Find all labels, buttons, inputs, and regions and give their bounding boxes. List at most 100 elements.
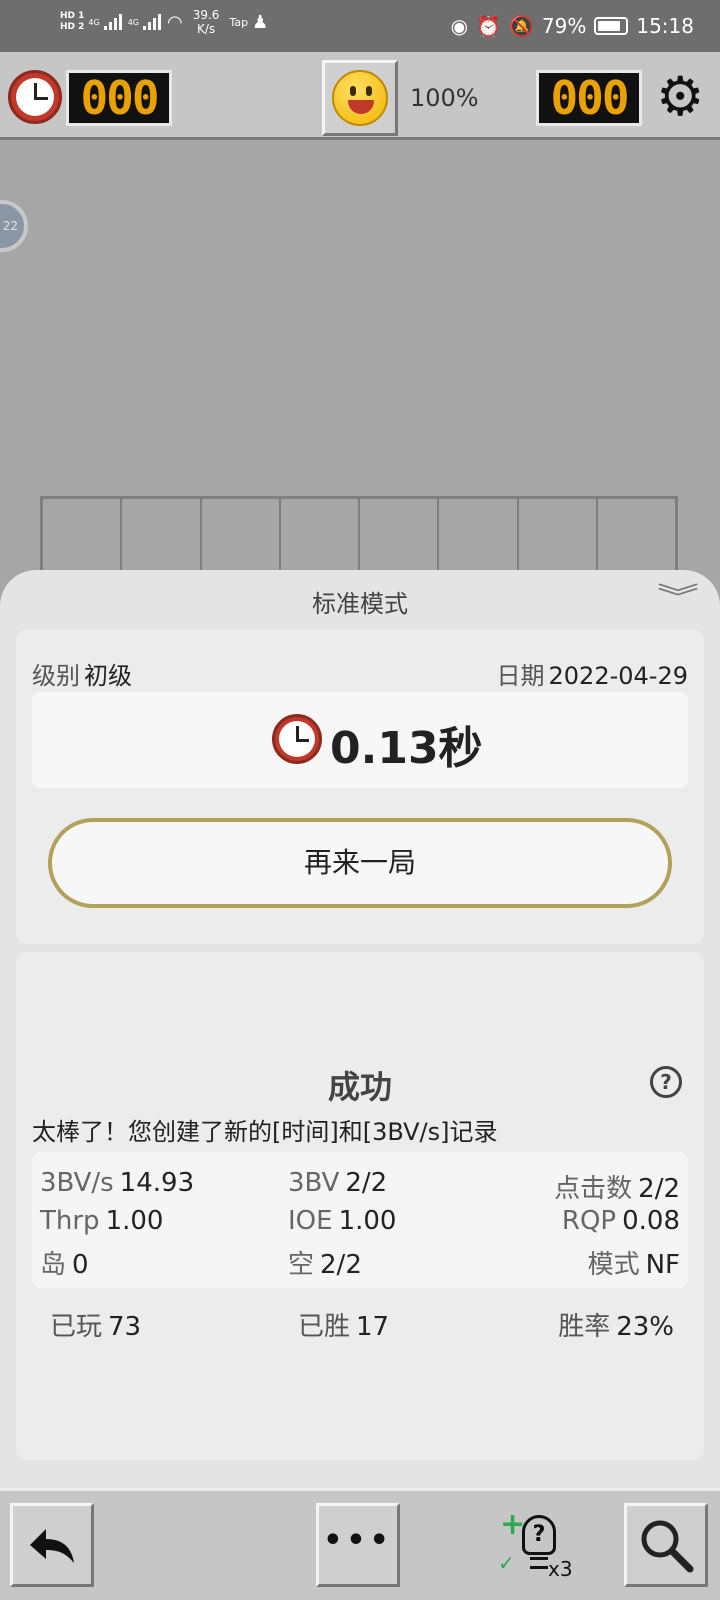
net1-label: 4G [88,17,100,27]
smiley-face-button[interactable] [322,60,398,136]
cell[interactable] [519,499,598,576]
search-button[interactable] [624,1503,708,1587]
stat-mode: 模式 NF [588,1244,680,1281]
stat-label: IOE [288,1206,333,1236]
stat-label: 点击数 [554,1174,633,1204]
total-label: 胜率 [558,1312,611,1342]
hint-count: x3 [548,1557,573,1581]
qq-icon: ♟ [252,11,269,33]
stat-3bvs: 3BV/s 14.93 [40,1168,194,1198]
clock-icon [272,714,322,764]
result-title: 成功 [327,1068,392,1106]
stat-empty: 空 2/2 [288,1244,362,1281]
stats-grid: 3BV/s 14.93 3BV 2/2 点击数 2/2 Thrp 1.00 IOE 1.0… [32,1152,688,1288]
cell[interactable] [122,499,202,576]
clock-icon [8,70,62,124]
level-label: 级别 [32,662,80,690]
mine-counter: 000 [66,70,172,126]
wifi-icon: ◠ [167,11,183,33]
date-value: 2022-04-29 [548,662,688,690]
time-box: 0.13秒 [32,692,688,788]
collapse-chevron-icon[interactable]: ︾ [657,576,699,616]
total-value: 73 [108,1312,142,1342]
stat-value: 1.00 [105,1206,164,1236]
hint-button[interactable]: + ? ✓ x3 [498,1507,580,1587]
play-again-button[interactable]: 再来一局 [48,818,672,908]
date-row: 日期 2022-04-29 [497,656,688,691]
cell[interactable] [202,499,281,576]
stat-label: Thrp [40,1206,100,1236]
stat-label: 空 [288,1250,315,1280]
stat-value: NF [645,1250,680,1280]
result-card: 级别 初级 日期 2022-04-29 0.13秒 再来一局 [16,630,704,944]
date-label: 日期 [496,662,545,690]
stat-rqp: RQP 0.08 [562,1206,680,1236]
stat-value: 1.00 [338,1206,397,1236]
help-icon[interactable]: ? [650,1066,682,1098]
stat-label: RQP [561,1206,617,1236]
gear-icon[interactable]: ⚙ [656,70,704,124]
time-counter: 000 [536,70,642,126]
total-label: 已胜 [298,1312,351,1342]
sheet-title: 标准模式 [312,590,408,618]
stat-3bv: 3BV 2/2 [288,1168,387,1198]
stats-card: 成功 ? 太棒了！您创建了新的[时间]和[3BV/s]记录 3BV/s 14.93… [16,952,704,1460]
cell[interactable] [598,499,675,576]
battery-icon [594,17,629,35]
side-badge[interactable]: 22 [0,200,28,252]
alarm-icon: ⏰ [476,14,501,38]
total-label: 已玩 [50,1312,103,1342]
stat-value: 2/2 [638,1174,680,1204]
battery-percent: 79% [541,14,587,38]
minefield-board[interactable] [40,496,678,576]
record-message: 太棒了！您创建了新的[时间]和[3BV/s]记录 [32,1118,498,1146]
stat-thrp: Thrp 1.00 [40,1206,163,1236]
result-sheet: 标准模式 ︾ 级别 初级 日期 2022-04-29 0.13秒 再来一局 成功 ?… [0,570,720,1488]
status-right: ◉ ⏰ 🔕 79% 15:18 [451,14,694,38]
signal-icon [103,14,124,30]
win-rate: 胜率 23% [558,1306,674,1343]
status-left: HD 1 HD 2 4G 4G ◠ 39.6 K/s Tap ♟ [60,8,268,36]
time-value: 0.13秒 [330,723,483,774]
net-speed: 39.6 K/s [193,8,220,36]
level-value: 初级 [84,662,132,690]
bulb-base [530,1557,548,1569]
smiley-face-icon [332,70,388,126]
stat-clicks: 点击数 2/2 [554,1168,680,1205]
stat-value: 14.93 [119,1168,195,1198]
bottom-toolbar: ••• + ? ✓ x3 [0,1488,720,1600]
level-row: 级别 初级 [32,656,132,691]
total-played: 已玩 73 [50,1306,141,1343]
total-value: 23% [616,1312,674,1342]
undo-button[interactable] [10,1503,94,1587]
tap-label: Tap [229,15,249,29]
stat-label: 岛 [40,1250,67,1280]
hint-icon: ? [522,1515,556,1555]
game-header: 000 100% 000 ⚙ [0,52,720,140]
more-icon: ••• [323,1523,393,1558]
total-value: 17 [356,1312,390,1342]
mute-icon: 🔕 [509,14,534,38]
hd2-label: HD 2 [60,22,85,32]
more-button[interactable]: ••• [316,1503,400,1587]
cell[interactable] [439,499,519,576]
cell[interactable] [281,499,360,576]
cell[interactable] [360,499,440,576]
hd-indicator: HD 1 HD 2 [60,11,84,33]
stat-value: 2/2 [345,1168,388,1198]
eye-icon: ◉ [450,14,469,38]
net2-label: 4G [127,17,139,27]
stat-value: 0 [72,1250,89,1280]
stat-label: 3BV [288,1168,340,1198]
stat-ioe: IOE 1.00 [288,1206,396,1236]
zoom-level: 100% [410,84,479,112]
hd1-label: HD 1 [60,11,85,21]
total-won: 已胜 17 [298,1306,389,1343]
stat-label: 模式 [587,1250,640,1280]
cell[interactable] [43,499,123,576]
status-bar: HD 1 HD 2 4G 4G ◠ 39.6 K/s Tap ♟ ◉ ⏰ 🔕 7… [0,0,720,52]
signal-icon-2 [143,14,163,30]
stat-value: 0.08 [622,1206,680,1236]
speed-unit: K/s [196,22,216,36]
stat-island: 岛0 [40,1244,89,1281]
